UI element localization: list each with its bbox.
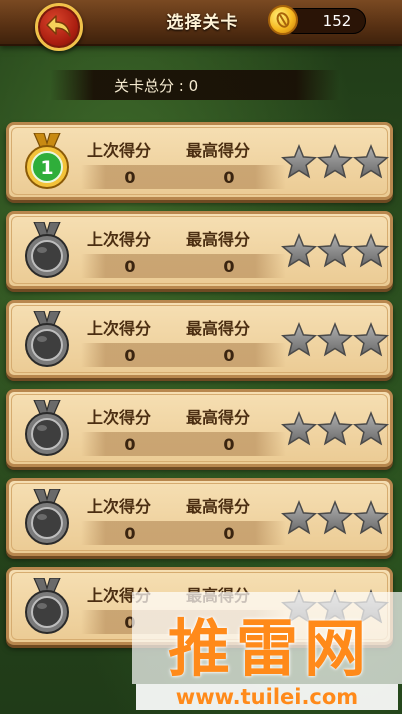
- star-icon: [352, 411, 389, 446]
- top-bar: 选择关卡 152: [0, 0, 402, 51]
- score-value-bar: [81, 432, 286, 456]
- last-score-label: 上次得分: [87, 408, 152, 427]
- page-title: 选择关卡: [166, 13, 239, 33]
- star-icon: [316, 144, 354, 179]
- score-value-bar: [81, 521, 286, 545]
- star-rating: [281, 411, 389, 446]
- star-icon: [281, 322, 318, 357]
- locked-medal-icon: [25, 578, 69, 634]
- score-value-bar: [81, 254, 286, 278]
- best-score-label: 最高得分: [186, 319, 251, 338]
- star-rating: [281, 589, 389, 624]
- star-icon: [281, 144, 318, 179]
- last-score-value: 0: [124, 613, 136, 632]
- star-icon: [352, 233, 389, 268]
- score-value-bar: [81, 165, 286, 189]
- score-value-bar: [81, 343, 286, 367]
- total-score-banner: 关卡总分 : 0: [50, 70, 340, 100]
- level-card[interactable]: 上次得分 最高得分 0 0: [6, 389, 393, 467]
- coin-count: 152: [322, 12, 352, 30]
- star-icon: [316, 322, 354, 357]
- coin-icon: [268, 5, 298, 35]
- star-icon: [352, 322, 389, 357]
- best-score-label: 最高得分: [186, 497, 251, 516]
- locked-medal-icon: [25, 222, 69, 278]
- best-score-label: 最高得分: [186, 141, 251, 160]
- total-score-label: 关卡总分 : 0: [114, 76, 199, 95]
- last-score-value: 0: [124, 524, 136, 543]
- last-score-value: 0: [124, 346, 136, 365]
- locked-medal-icon: [25, 489, 69, 545]
- star-icon: [352, 589, 389, 624]
- back-arrow-icon: [46, 15, 71, 37]
- star-rating: [281, 233, 389, 268]
- locked-medal-icon: [25, 400, 69, 456]
- last-score-label: 上次得分: [87, 586, 152, 605]
- last-score-value: 0: [124, 257, 136, 276]
- back-button[interactable]: [35, 3, 83, 51]
- star-rating: [281, 500, 389, 535]
- best-score-label: 最高得分: [186, 230, 251, 249]
- best-score-value: 0: [223, 168, 235, 187]
- star-icon: [316, 233, 354, 268]
- level-card[interactable]: 上次得分 最高得分 0 0: [6, 478, 393, 556]
- star-rating: [281, 322, 389, 357]
- best-score-value: 0: [223, 346, 235, 365]
- medal-number: 1: [40, 157, 53, 179]
- star-icon: [316, 500, 354, 535]
- star-icon: [352, 500, 389, 535]
- star-rating: [281, 144, 389, 179]
- last-score-label: 上次得分: [87, 141, 152, 160]
- level-card[interactable]: 上次得分 最高得分 0 0: [6, 300, 393, 378]
- star-icon: [281, 589, 318, 624]
- last-score-label: 上次得分: [87, 230, 152, 249]
- star-icon: [316, 411, 354, 446]
- star-icon: [281, 500, 318, 535]
- best-score-value: 0: [223, 435, 235, 454]
- star-icon: [281, 233, 318, 268]
- locked-medal-icon: [25, 311, 69, 367]
- last-score-value: 0: [124, 435, 136, 454]
- best-score-label: 最高得分: [186, 586, 251, 605]
- level-card[interactable]: 上次得分 最高得分 0: [6, 567, 393, 645]
- last-score-label: 上次得分: [87, 497, 152, 516]
- level-card[interactable]: 1 上次得分 最高得分 0 0: [6, 122, 393, 200]
- gold-medal-icon: 1: [25, 133, 69, 189]
- best-score-label: 最高得分: [186, 408, 251, 427]
- level-card[interactable]: 上次得分 最高得分 0 0: [6, 211, 393, 289]
- score-value-bar: [81, 610, 286, 634]
- watermark-url: www.tuilei.com: [136, 684, 398, 710]
- star-icon: [316, 589, 354, 624]
- last-score-label: 上次得分: [87, 319, 152, 338]
- best-score-value: 0: [223, 257, 235, 276]
- star-icon: [281, 411, 318, 446]
- best-score-value: 0: [223, 524, 235, 543]
- last-score-value: 0: [124, 168, 136, 187]
- star-icon: [352, 144, 389, 179]
